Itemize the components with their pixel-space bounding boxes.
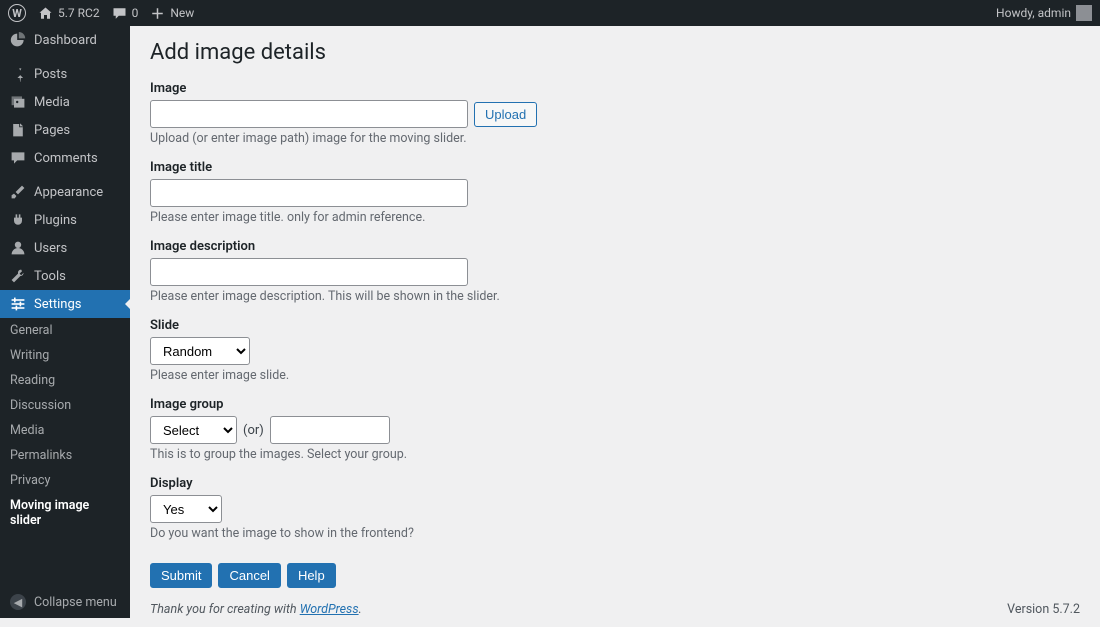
site-home-link[interactable]: 5.7 RC2 [38,6,100,21]
page-title: Add image details [150,40,1080,65]
desc-label: Image description [150,239,1080,254]
collapse-icon: ◀ [10,594,26,610]
plug-icon [10,212,26,228]
title-help: Please enter image title. only for admin… [150,210,1080,225]
submenu-item-privacy[interactable]: Privacy [0,468,130,493]
comments-link[interactable]: 0 [112,6,139,21]
wrench-icon [10,268,26,284]
submenu-item-moving-image-slider[interactable]: Moving image slider [0,493,130,533]
footer-version: Version 5.7.2 [1007,602,1080,617]
sidebar-item-comments[interactable]: Comments [0,144,130,172]
admin-footer: Thank you for creating with WordPress. V… [150,588,1080,627]
image-title-input[interactable] [150,179,468,207]
image-desc-input[interactable] [150,258,468,286]
display-select[interactable]: Yes [150,495,222,523]
sidebar-item-posts[interactable]: Posts [0,60,130,88]
sidebar-item-tools[interactable]: Tools [0,262,130,290]
howdy-text: Howdy, admin [996,6,1071,20]
group-text-input[interactable] [270,416,390,444]
settings-icon [10,296,26,312]
help-button[interactable]: Help [287,563,336,588]
user-icon [10,240,26,256]
sidebar-item-plugins[interactable]: Plugins [0,206,130,234]
comment-icon [112,6,127,21]
home-icon [38,6,53,21]
sidebar-item-dashboard[interactable]: Dashboard [0,26,130,54]
sidebar-item-users[interactable]: Users [0,234,130,262]
image-path-input[interactable] [150,100,468,128]
dashboard-icon [10,32,26,48]
wordpress-link[interactable]: WordPress [300,602,359,617]
sidebar-item-appearance[interactable]: Appearance [0,178,130,206]
comments-count: 0 [132,6,139,20]
slide-label: Slide [150,318,1080,333]
plus-icon [150,6,165,21]
footer-thanks: Thank you for creating with WordPress. [150,602,362,617]
desc-help: Please enter image description. This wil… [150,289,1080,304]
slide-help: Please enter image slide. [150,368,1080,383]
submit-button[interactable]: Submit [150,563,212,588]
slide-select[interactable]: Random [150,337,250,365]
media-icon [10,94,26,110]
admin-topbar: W 5.7 RC2 0 New Howdy, admin [0,0,1100,26]
new-content-link[interactable]: New [150,6,194,21]
sidebar-item-media[interactable]: Media [0,88,130,116]
main-content: Add image details Image Upload Upload (o… [130,26,1100,618]
submenu-item-writing[interactable]: Writing [0,343,130,368]
group-label: Image group [150,397,1080,412]
submenu-item-reading[interactable]: Reading [0,368,130,393]
avatar-icon [1076,5,1092,21]
group-select[interactable]: Select [150,416,237,444]
wordpress-logo-icon: W [8,4,26,22]
submenu-item-media[interactable]: Media [0,418,130,443]
pin-icon [10,66,26,82]
submenu-item-general[interactable]: General [0,318,130,343]
brush-icon [10,184,26,200]
image-help: Upload (or enter image path) image for t… [150,131,1080,146]
settings-submenu: GeneralWritingReadingDiscussionMediaPerm… [0,318,130,533]
upload-button[interactable]: Upload [474,102,537,127]
pages-icon [10,122,26,138]
collapse-menu-button[interactable]: ◀ Collapse menu [0,586,130,618]
submenu-item-permalinks[interactable]: Permalinks [0,443,130,468]
wp-version: 5.7 RC2 [58,6,100,20]
image-label: Image [150,81,1080,96]
display-label: Display [150,476,1080,491]
display-help: Do you want the image to show in the fro… [150,526,1080,541]
account-menu[interactable]: Howdy, admin [996,5,1092,21]
sidebar-item-pages[interactable]: Pages [0,116,130,144]
title-label: Image title [150,160,1080,175]
comment-icon [10,150,26,166]
wp-logo-menu[interactable]: W [8,4,26,22]
group-help: This is to group the images. Select your… [150,447,1080,462]
admin-sidebar: DashboardPostsMediaPagesCommentsAppearan… [0,26,130,618]
sidebar-item-settings[interactable]: Settings [0,290,130,318]
cancel-button[interactable]: Cancel [218,563,280,588]
submenu-item-discussion[interactable]: Discussion [0,393,130,418]
group-or-text: (or) [243,423,264,438]
